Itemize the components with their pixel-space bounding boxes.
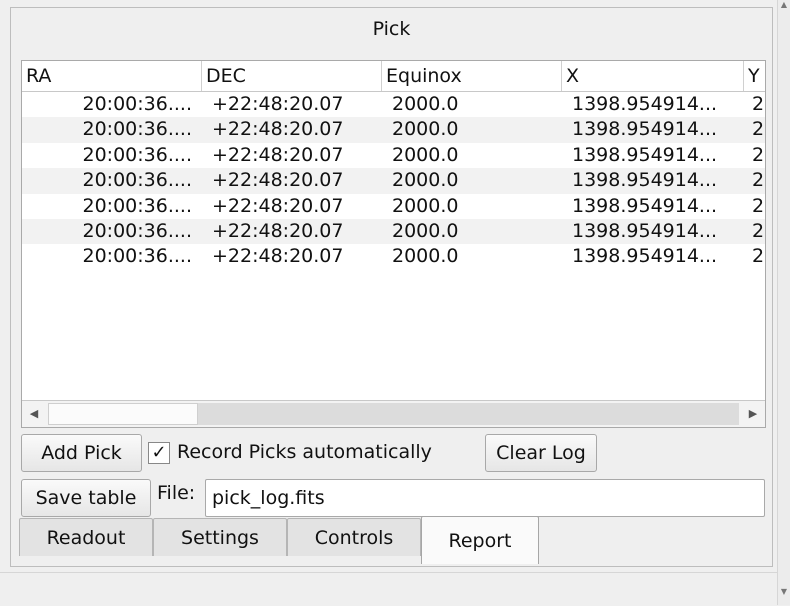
checkmark-icon: ✓ <box>151 442 167 463</box>
cell-ra: 20:00:36.... <box>82 93 193 115</box>
tab-settings[interactable]: Settings <box>153 518 287 556</box>
cell-dec: +22:48:20.07 <box>212 219 344 242</box>
save-table-button[interactable]: Save table <box>21 479 151 517</box>
cell-ra: 20:00:36.... <box>82 143 193 166</box>
cell-equinox: 2000.0 <box>392 245 459 268</box>
cell-equinox: 2000.0 <box>392 118 459 141</box>
down-arrow-icon[interactable]: ▼ <box>778 587 790 605</box>
add-pick-button[interactable]: Add Pick <box>21 434 142 472</box>
vertical-scrollbar[interactable]: ▲ ▼ <box>777 0 790 605</box>
table-row[interactable]: 20:00:36.... +22:48:20.07 2000.0 1398.95491… <box>22 92 765 117</box>
column-header-x[interactable]: X <box>562 61 744 91</box>
cell-dec: +22:48:20.07 <box>212 245 344 268</box>
pick-panel: Pick RA DEC Equinox X Y 20:00:36.... +22:… <box>10 7 773 567</box>
tab-bar: Readout Settings Controls Report <box>11 516 772 566</box>
clear-log-button[interactable]: Clear Log <box>485 434 597 472</box>
cell-dec: +22:48:20.07 <box>212 169 344 192</box>
cell-equinox: 2000.0 <box>392 143 459 166</box>
cell-ra: 20:00:36.... <box>82 169 193 192</box>
cell-x: 1398.954914... <box>572 169 718 192</box>
table-row[interactable]: 20:00:36.... +22:48:20.07 2000.0 1398.95491… <box>22 143 765 168</box>
cell-y: 2 <box>752 93 765 115</box>
cell-dec: +22:48:20.07 <box>212 194 344 217</box>
cell-dec: +22:48:20.07 <box>212 118 344 141</box>
left-arrow-icon[interactable]: ◀ <box>22 401 46 427</box>
cell-equinox: 2000.0 <box>392 93 459 115</box>
cell-x: 1398.954914... <box>572 194 718 217</box>
cell-equinox: 2000.0 <box>392 169 459 192</box>
cell-dec: +22:48:20.07 <box>212 93 344 115</box>
table-body: 20:00:36.... +22:48:20.07 2000.0 1398.95491… <box>22 92 765 270</box>
file-name-input[interactable]: pick_log.fits <box>205 479 765 517</box>
pick-table[interactable]: RA DEC Equinox X Y 20:00:36.... +22:48:20… <box>21 60 766 428</box>
cell-x: 1398.954914... <box>572 219 718 242</box>
up-arrow-icon[interactable]: ▲ <box>778 0 790 18</box>
cell-ra: 20:00:36.... <box>82 118 193 141</box>
column-header-ra[interactable]: RA <box>22 61 202 91</box>
table-row[interactable]: 20:00:36.... +22:48:20.07 2000.0 1398.95491… <box>22 218 765 245</box>
cell-equinox: 2000.0 <box>392 219 459 242</box>
table-row[interactable]: 20:00:36.... +22:48:20.07 2000.0 1398.95491… <box>22 168 765 194</box>
cell-y: 2 <box>752 219 765 242</box>
right-arrow-icon[interactable]: ▶ <box>741 401 765 427</box>
table-row[interactable]: 20:00:36.... +22:48:20.07 2000.0 1398.95491… <box>22 244 765 269</box>
cell-x: 1398.954914... <box>572 93 718 115</box>
column-header-y[interactable]: Y <box>744 61 765 91</box>
column-header-dec[interactable]: DEC <box>202 61 382 91</box>
cell-ra: 20:00:36.... <box>82 245 193 268</box>
record-picks-checkbox[interactable]: ✓ <box>148 442 170 464</box>
column-header-equinox[interactable]: Equinox <box>382 61 562 91</box>
cell-x: 1398.954914... <box>572 143 718 166</box>
tab-readout[interactable]: Readout <box>19 518 153 556</box>
cell-ra: 20:00:36.... <box>82 219 193 242</box>
file-label: File: <box>157 482 196 504</box>
scrollbar-thumb[interactable] <box>48 403 198 425</box>
tab-controls[interactable]: Controls <box>287 518 421 556</box>
cell-y: 2 <box>752 169 765 192</box>
table-header: RA DEC Equinox X Y <box>22 61 765 92</box>
cell-equinox: 2000.0 <box>392 194 459 217</box>
horizontal-scrollbar[interactable]: ◀ ▶ <box>22 400 765 427</box>
cell-y: 2 <box>752 245 765 268</box>
tab-report[interactable]: Report <box>421 516 539 564</box>
cell-y: 2 <box>752 143 765 166</box>
cell-y: 2 <box>752 118 765 141</box>
scrollbar-track[interactable] <box>198 403 739 425</box>
cell-y: 2 <box>752 194 765 217</box>
status-bar <box>0 572 778 606</box>
table-row[interactable]: 20:00:36.... +22:48:20.07 2000.0 1398.95491… <box>22 117 765 143</box>
cell-x: 1398.954914... <box>572 118 718 141</box>
cell-ra: 20:00:36.... <box>82 194 193 217</box>
record-picks-label: Record Picks automatically <box>177 441 432 463</box>
cell-dec: +22:48:20.07 <box>212 143 344 166</box>
panel-title: Pick <box>372 18 411 40</box>
table-row[interactable]: 20:00:36.... +22:48:20.07 2000.0 1398.95491… <box>22 194 765 219</box>
cell-x: 1398.954914... <box>572 245 718 268</box>
